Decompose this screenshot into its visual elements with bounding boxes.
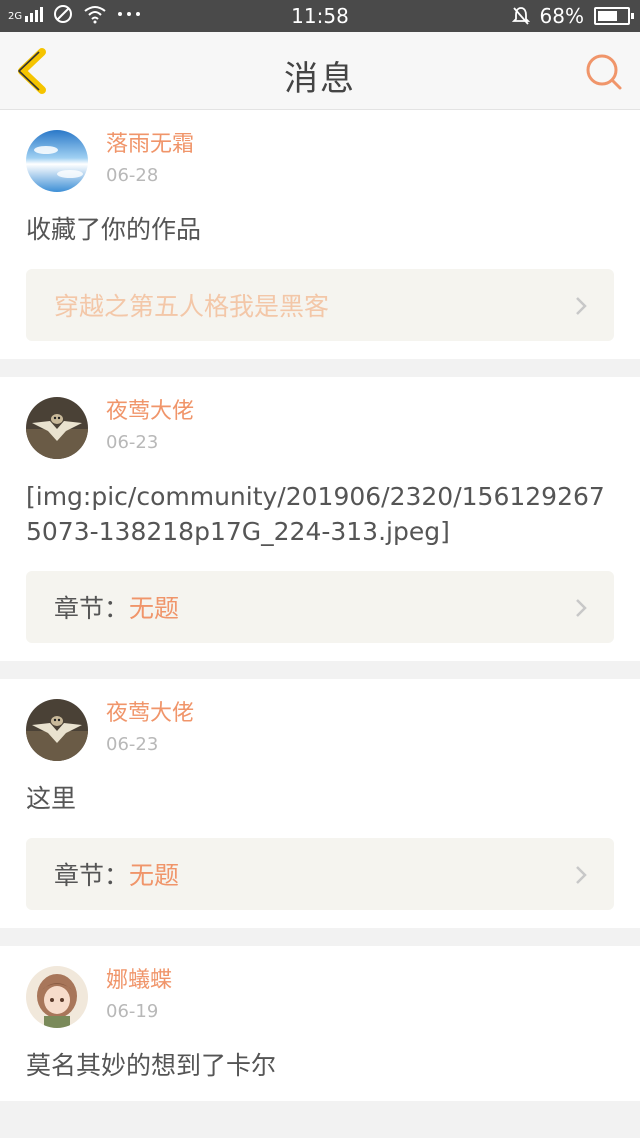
message-text: [img:pic/community/201906/2320/156129267… [26,482,605,546]
message-card: 娜蟻蝶 06-19 莫名其妙的想到了卡尔 [0,946,640,1101]
message-header: 娜蟻蝶 06-19 [26,964,614,1030]
message-date: 06-19 [106,1001,159,1022]
message-header: 夜莺大佬 06-23 [26,395,614,461]
message-date: 06-23 [106,734,159,755]
message-text: 莫名其妙的想到了卡尔 [26,1051,277,1080]
username[interactable]: 娜蟻蝶 [106,967,172,995]
battery-icon [594,7,634,25]
work-title: 穿越之第五人格我是黑客 [54,292,330,321]
status-bar: 2G 11:58 68% [0,0,640,32]
anime-girl-avatar[interactable] [26,966,88,1028]
chapter-title: 无题 [129,861,180,890]
chapter-label: 章节： [54,594,130,623]
message-card: 夜莺大佬 06-23 [img:pic/community/201906/232… [0,377,640,661]
message-list: 落雨无霜 06-28 收藏了你的作品 穿越之第五人格我是黑客 夜莺大佬 06-2… [0,110,640,1101]
message-card: 夜莺大佬 06-23 这里 章节： 无题 [0,679,640,928]
chapter-link[interactable]: 章节： 无题 [26,571,614,643]
chapter-label: 章节： [54,861,130,890]
message-header: 夜莺大佬 06-23 [26,697,614,763]
message-date: 06-23 [106,432,159,453]
sky-avatar[interactable] [26,130,88,192]
username[interactable]: 夜莺大佬 [106,700,194,728]
chapter-link[interactable]: 章节： 无题 [26,838,614,910]
message-header: 落雨无霜 06-28 [26,128,614,194]
chevron-right-icon [576,599,587,617]
message-date: 06-28 [106,165,159,186]
username[interactable]: 落雨无霜 [106,131,194,159]
message-text: 这里 [26,784,77,813]
mute-icon [511,7,530,25]
username[interactable]: 夜莺大佬 [106,398,194,426]
chevron-right-icon [576,297,587,315]
nav-bar: 消息 [0,32,640,110]
owl-avatar[interactable] [26,397,88,459]
message-card: 落雨无霜 06-28 收藏了你的作品 穿越之第五人格我是黑客 [0,110,640,359]
page-title: 消息 [284,59,356,99]
message-text: 收藏了你的作品 [26,215,202,244]
chevron-right-icon [576,866,587,884]
owl-avatar[interactable] [26,699,88,761]
battery-percent: 68% [539,4,584,28]
work-link[interactable]: 穿越之第五人格我是黑客 [26,269,614,341]
search-icon[interactable] [584,52,624,92]
status-right-icons: 68% [511,4,634,28]
chapter-title: 无题 [129,594,180,623]
